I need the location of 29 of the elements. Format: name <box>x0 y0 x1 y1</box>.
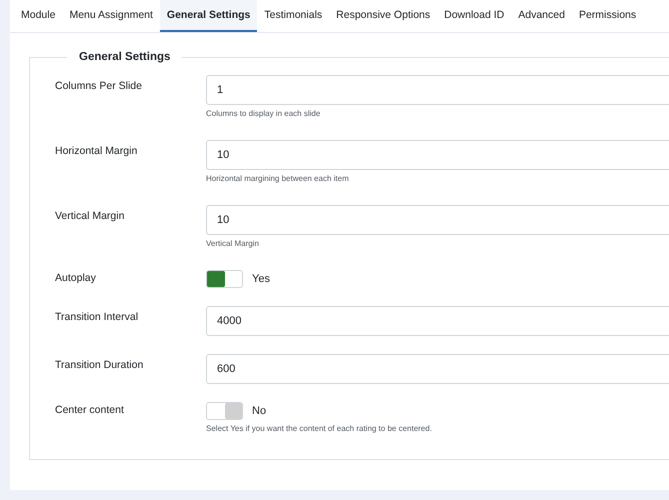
tab[interactable]: Menu Assignment <box>62 0 160 32</box>
tab[interactable]: Advanced <box>511 0 572 32</box>
fieldset-legend: General Settings <box>67 52 182 63</box>
field-hint: Columns to display in each slide <box>206 109 322 118</box>
tab[interactable]: Module <box>14 0 62 32</box>
field-label: Center content <box>55 403 125 418</box>
input-field[interactable]: 4000 <box>206 306 669 336</box>
toggle-state: Yes <box>252 273 270 285</box>
toggle-switch[interactable] <box>206 402 243 420</box>
field-hint: Vertical Margin <box>206 239 260 248</box>
input-field[interactable]: 600 <box>206 354 669 384</box>
tab[interactable]: General Settings <box>160 0 258 32</box>
field-label: Columns Per Slide <box>55 79 143 94</box>
input-field[interactable]: 10 <box>206 140 669 170</box>
field-label: Horizontal Margin <box>55 144 138 159</box>
tab[interactable]: Testimonials <box>257 0 330 32</box>
field-label: Vertical Margin <box>55 209 126 224</box>
field-hint: Select Yes if you want the content of each rating to be centered. <box>206 424 433 433</box>
tab[interactable]: Permissions <box>572 0 644 32</box>
toggle-state: No <box>252 405 266 417</box>
input-field[interactable]: 1 <box>206 75 669 105</box>
toggle-switch[interactable] <box>206 270 243 288</box>
field-label: Autoplay <box>55 271 97 286</box>
field-label: Transition Interval <box>55 310 140 325</box>
tab[interactable]: Responsive Options <box>329 0 438 32</box>
tab[interactable]: Download ID <box>437 0 512 32</box>
field-label: Transition Duration <box>55 358 144 373</box>
field-hint: Horizontal margining between each item <box>206 174 350 183</box>
input-field[interactable]: 10 <box>206 205 669 235</box>
